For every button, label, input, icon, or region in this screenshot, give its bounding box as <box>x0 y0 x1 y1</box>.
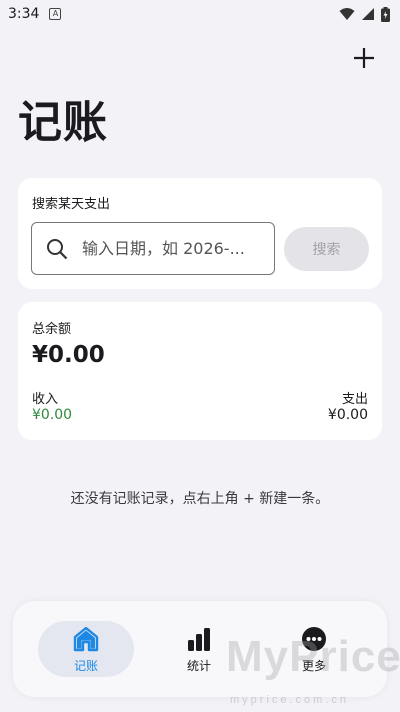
nav-item-statistics[interactable]: 统计 <box>150 601 248 697</box>
status-icons <box>339 6 390 22</box>
nav-label-ledger: 记账 <box>73 659 98 673</box>
more-icon <box>302 627 326 651</box>
total-balance-value: ¥0.00 <box>32 342 105 368</box>
page-title: 记账 <box>18 97 108 148</box>
search-field[interactable] <box>31 222 275 275</box>
nav-item-ledger[interactable]: 记账 <box>37 601 135 697</box>
add-record-button[interactable] <box>346 40 382 76</box>
income-label: 收入 <box>32 392 59 407</box>
status-time: 3:34 <box>8 6 40 22</box>
home-icon <box>73 626 99 652</box>
nav-label-more: 更多 <box>301 659 326 673</box>
battery-icon <box>381 6 390 22</box>
status-bar: 3:34 A <box>0 0 400 28</box>
plus-icon <box>354 48 374 68</box>
expense-value: ¥0.00 <box>327 407 368 423</box>
search-card-title: 搜索某天支出 <box>32 197 111 212</box>
nav-item-more[interactable]: 更多 <box>265 601 363 697</box>
bottom-navigation: 记账 统计 更多 <box>13 601 387 697</box>
empty-state-message: 还没有记账记录，点右上角 + 新建一条。 <box>70 491 330 507</box>
nav-label-statistics: 统计 <box>186 659 211 673</box>
search-card: 搜索某天支出 搜索 <box>18 178 382 289</box>
app-indicator-icon: A <box>49 8 62 20</box>
income-value: ¥0.00 <box>32 407 73 423</box>
signal-icon <box>362 8 374 20</box>
wifi-icon <box>339 8 355 20</box>
search-input[interactable] <box>82 239 262 258</box>
search-button[interactable]: 搜索 <box>284 227 369 271</box>
total-balance-label: 总余额 <box>32 322 72 337</box>
bar-chart-icon <box>188 628 210 651</box>
search-icon <box>47 238 68 259</box>
expense-label: 支出 <box>341 392 368 407</box>
balance-card: 总余额 ¥0.00 收入 ¥0.00 支出 ¥0.00 <box>18 302 382 440</box>
